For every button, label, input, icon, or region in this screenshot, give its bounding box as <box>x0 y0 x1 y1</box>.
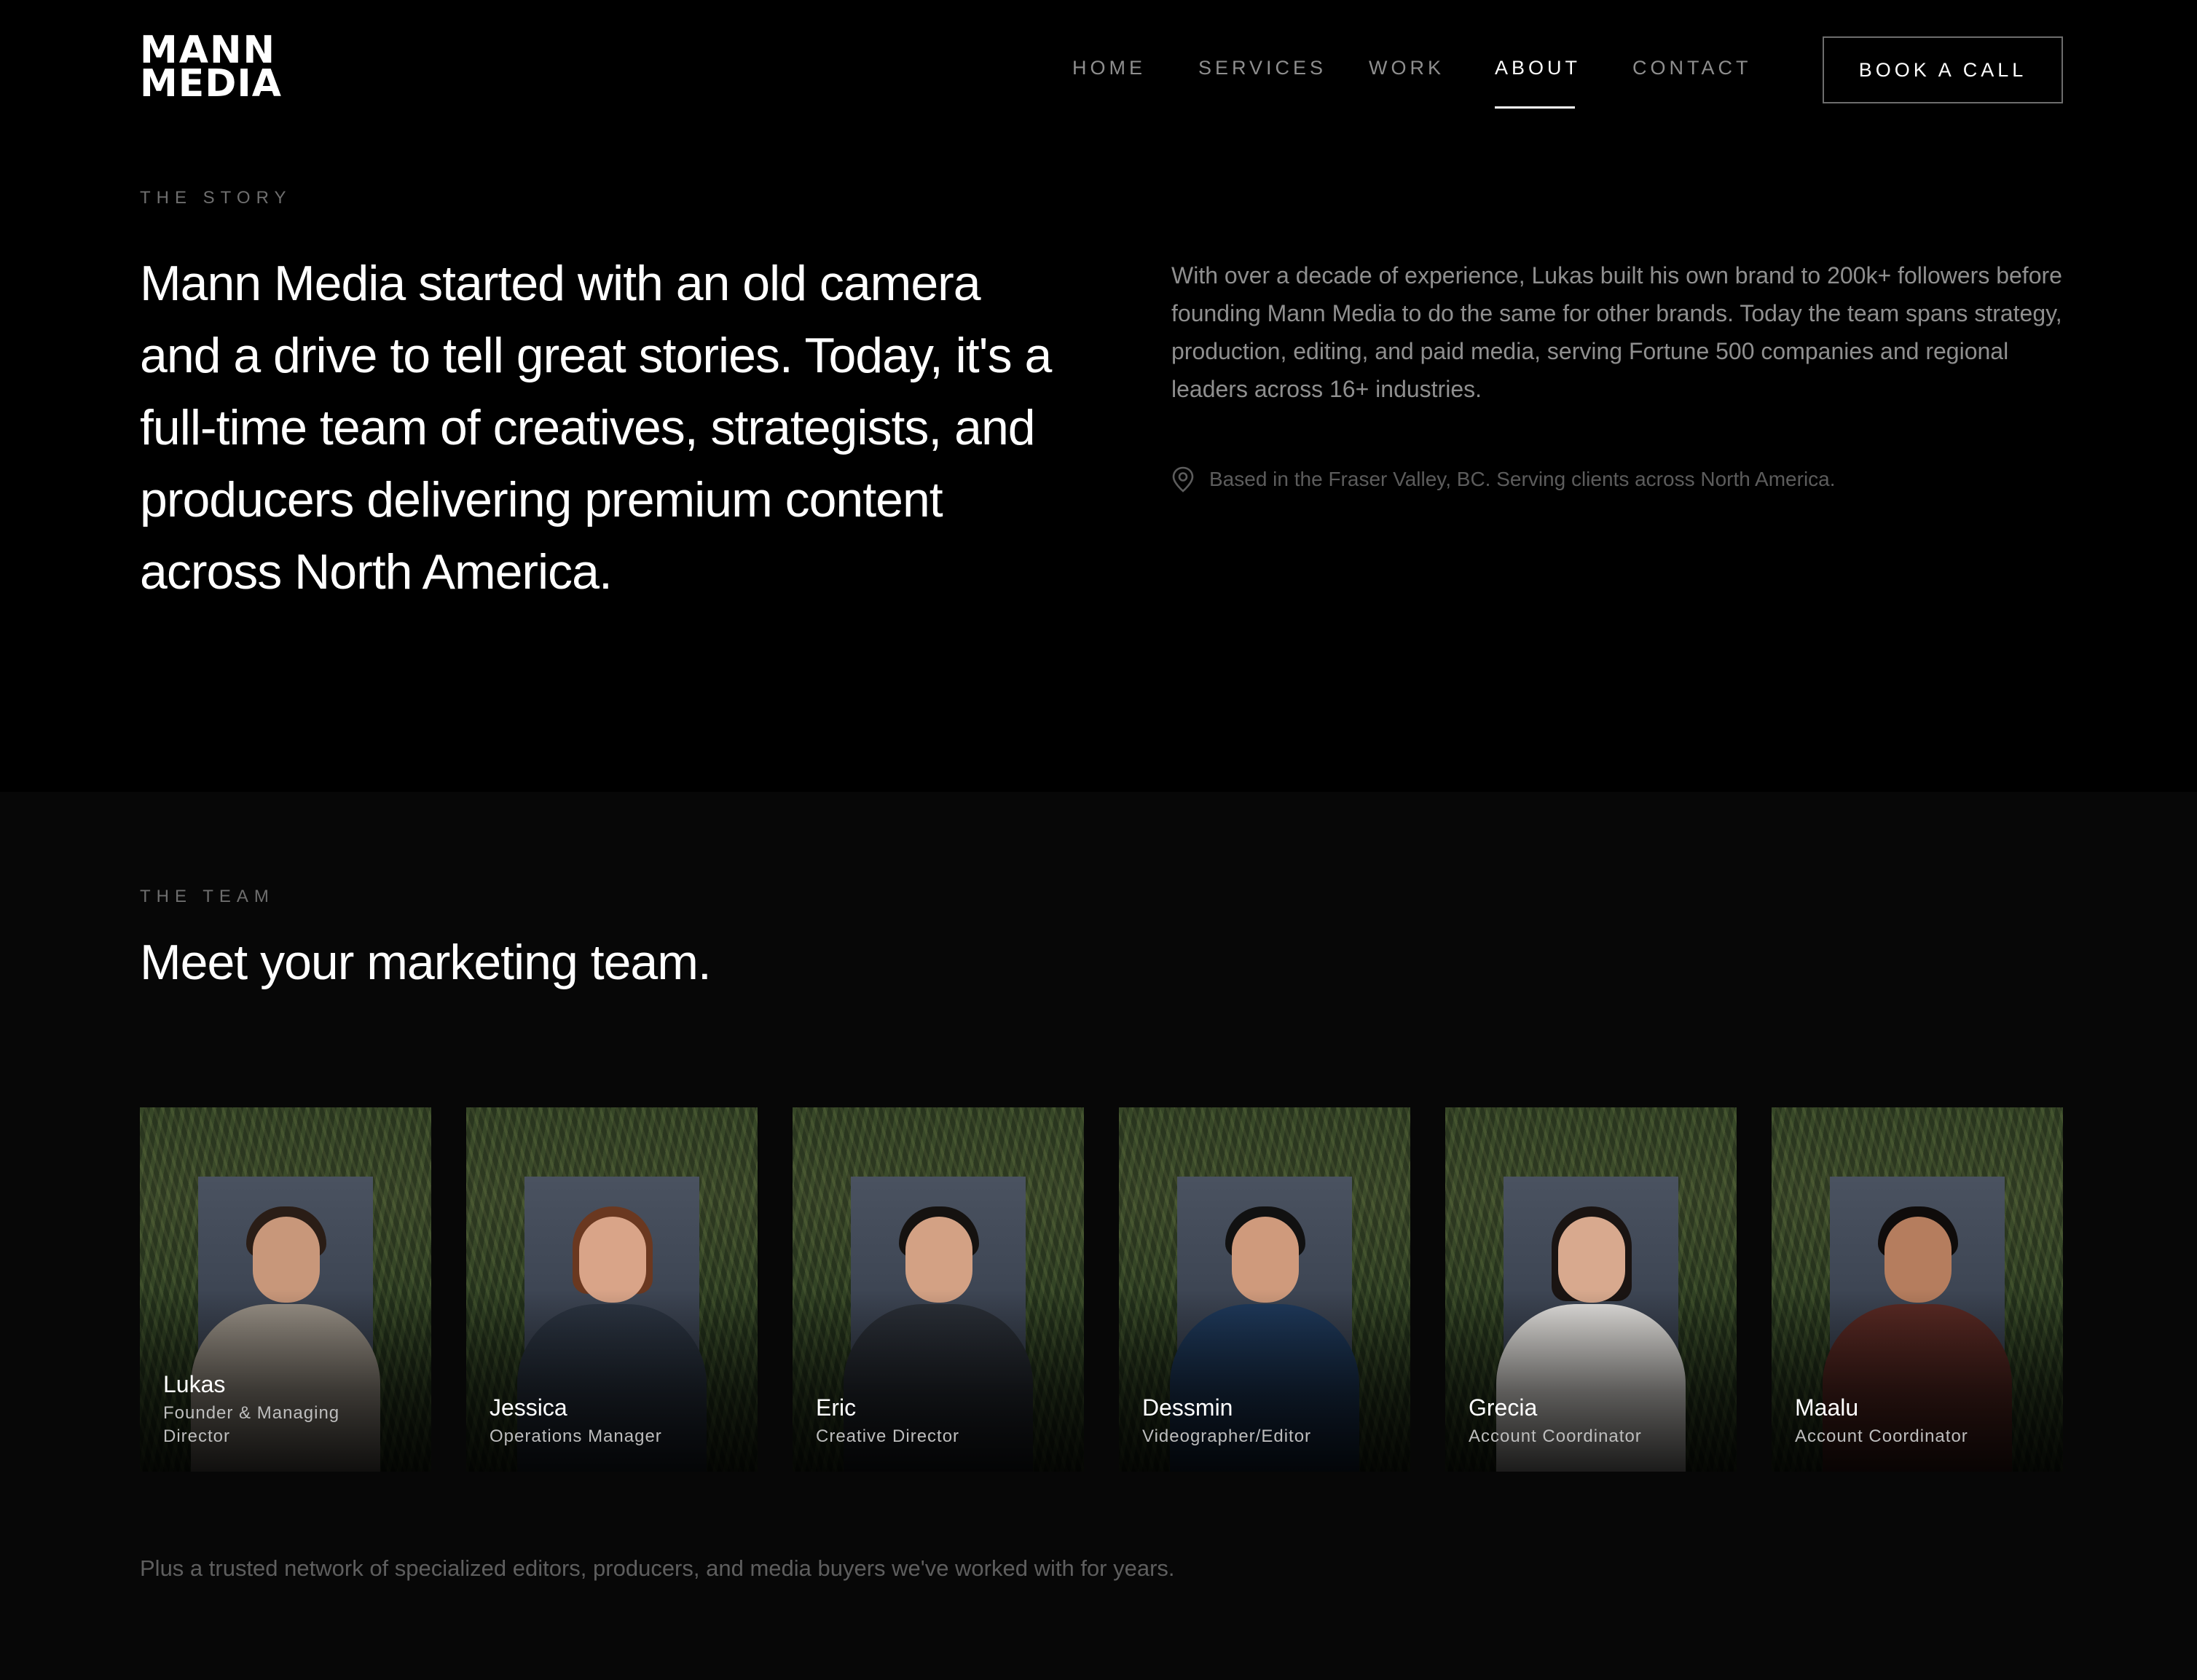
mann-media-logo[interactable]: MANN MEDIA <box>140 31 283 106</box>
member-name: Maalu <box>1795 1394 1859 1421</box>
team-cards: Lukas Founder & Managing Director Jessic… <box>140 1107 2063 1472</box>
book-a-call-button[interactable]: BOOK A CALL <box>1823 36 2063 103</box>
team-footnote: Plus a trusted network of specialized ed… <box>140 1555 1175 1581</box>
team-section: THE TEAM Meet your marketing team. Lukas… <box>0 792 2197 1680</box>
member-name: Eric <box>816 1394 857 1421</box>
team-card-dessmin[interactable]: Dessmin Videographer/Editor <box>1119 1107 1410 1472</box>
team-card-grecia[interactable]: Grecia Account Coordinator <box>1445 1107 1737 1472</box>
member-name: Lukas <box>163 1371 226 1397</box>
location-text: Based in the Fraser Valley, BC. Serving … <box>1209 468 1836 490</box>
member-name: Dessmin <box>1142 1394 1233 1421</box>
map-pin-icon <box>1171 466 1195 492</box>
team-eyebrow: THE TEAM <box>140 887 275 906</box>
location-line: Based in the Fraser Valley, BC. Serving … <box>1171 466 1836 492</box>
member-role: Operations Manager <box>490 1426 662 1446</box>
nav-contact[interactable]: CONTACT <box>1632 57 1752 79</box>
member-role: Account Coordinator <box>1795 1426 1968 1446</box>
team-card-maalu[interactable]: Maalu Account Coordinator <box>1772 1107 2063 1472</box>
member-role: Videographer/Editor <box>1142 1426 1312 1446</box>
nav-work[interactable]: WORK <box>1369 57 1445 79</box>
team-heading: Meet your marketing team. <box>140 935 712 990</box>
member-role: Founder & Managing Director <box>163 1403 340 1446</box>
team-card-jessica[interactable]: Jessica Operations Manager <box>466 1107 758 1472</box>
team-card-lukas[interactable]: Lukas Founder & Managing Director <box>140 1107 431 1472</box>
site-header: MANN MEDIA HOME SERVICES WORK ABOUT CONT… <box>0 0 2197 140</box>
member-name: Jessica <box>490 1394 567 1421</box>
team-card-eric[interactable]: Eric Creative Director <box>793 1107 1084 1472</box>
story-body: With over a decade of experience, Lukas … <box>1171 262 2062 402</box>
nav-about[interactable]: ABOUT <box>1495 57 1581 79</box>
member-name: Grecia <box>1469 1394 1538 1421</box>
active-nav-indicator <box>1495 106 1575 109</box>
member-role: Account Coordinator <box>1469 1426 1642 1446</box>
nav-services[interactable]: SERVICES <box>1198 57 1327 79</box>
member-role: Creative Director <box>816 1426 960 1446</box>
logo-line-2: MEDIA <box>140 62 283 106</box>
story-eyebrow: THE STORY <box>140 188 292 208</box>
story-heading: Mann Media started with an old camera an… <box>140 256 1052 600</box>
nav-home[interactable]: HOME <box>1072 57 1146 79</box>
